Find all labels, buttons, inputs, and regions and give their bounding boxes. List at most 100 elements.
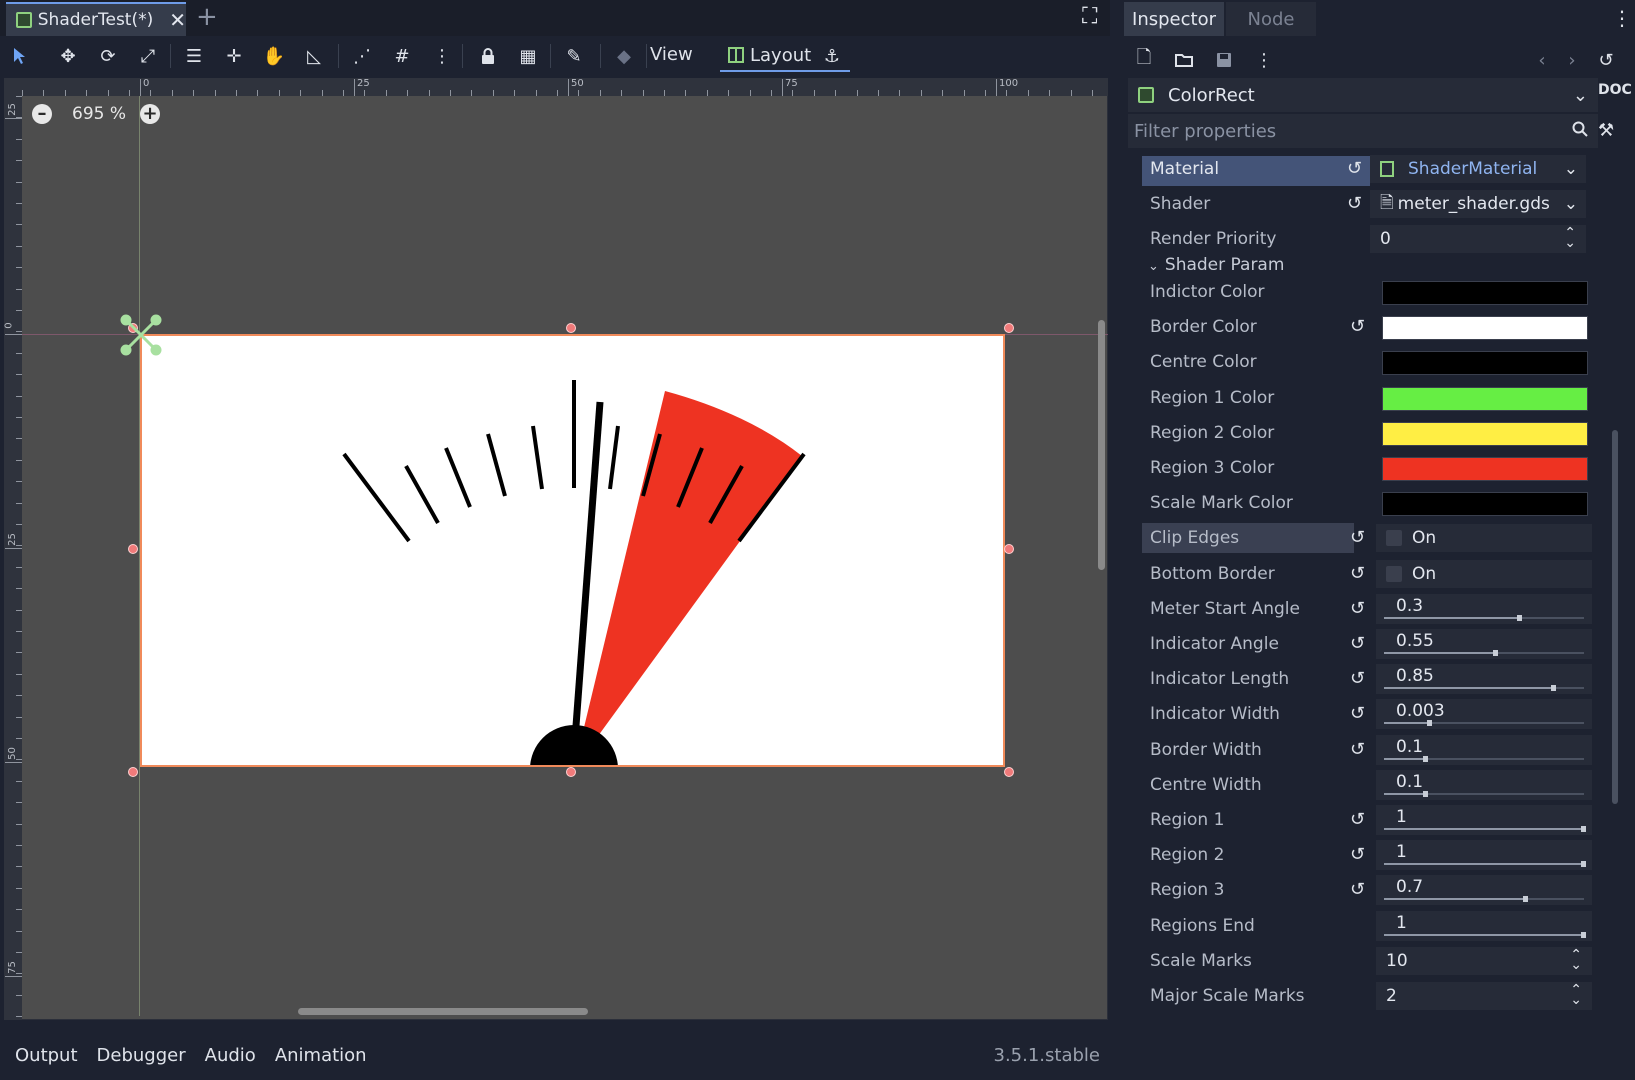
property-checkbox[interactable]: Clip Edges ↺ On [1142, 521, 1604, 555]
zoom-level[interactable]: 695 % [72, 104, 126, 124]
property-color[interactable]: Region 3 Color [1142, 451, 1604, 485]
property-slider[interactable]: Region 1 ↺ 1 [1142, 803, 1604, 837]
slider-track[interactable] [1384, 826, 1586, 832]
render-priority-value[interactable]: 0 ⌃ ⌄ [1370, 225, 1586, 253]
property-render-priority[interactable]: Render Priority 0 ⌃ ⌄ [1142, 222, 1604, 256]
property-color[interactable]: Region 2 Color [1142, 416, 1604, 450]
revert-icon[interactable]: ↺ [1350, 527, 1365, 548]
lock-icon[interactable] [474, 42, 502, 70]
revert-icon[interactable]: ↺ [1347, 193, 1362, 214]
rotate-mode-icon[interactable]: ⟳ [94, 42, 122, 70]
slider-knob[interactable] [1551, 685, 1556, 692]
slider-track[interactable] [1384, 614, 1584, 621]
property-slider[interactable]: Meter Start Angle ↺ 0.3 [1142, 592, 1604, 626]
checkbox-value[interactable]: On [1376, 559, 1592, 588]
scale-mode-icon[interactable]: ⤢ [134, 42, 162, 70]
snap-options-icon[interactable]: ⋮ [428, 42, 456, 70]
slider-field[interactable]: 1 [1376, 805, 1592, 835]
color-swatch[interactable] [1382, 492, 1588, 517]
slider-knob[interactable] [1423, 755, 1428, 762]
spin-arrows-icon[interactable]: ⌃ ⌄ [1564, 226, 1576, 250]
property-slider[interactable]: Border Width ↺ 0.1 [1142, 733, 1604, 767]
revert-icon[interactable]: ↺ [1350, 879, 1365, 900]
anchor-icon[interactable]: ⚓ [818, 42, 846, 70]
slider-field[interactable]: 0.7 [1376, 875, 1592, 906]
slider-track[interactable] [1384, 861, 1586, 868]
checkbox[interactable] [1386, 565, 1402, 582]
property-tools-icon[interactable]: ⚒ [1598, 120, 1614, 141]
revert-icon[interactable]: ↺ [1350, 668, 1365, 689]
slider-knob[interactable] [1517, 614, 1522, 621]
revert-icon[interactable]: ↺ [1350, 739, 1365, 760]
revert-icon[interactable]: ↺ [1350, 703, 1365, 724]
slider-field[interactable]: 0.003 [1376, 699, 1592, 730]
property-spin[interactable]: Scale Marks 10 ⌃ ⌄ [1142, 944, 1604, 978]
scene-tab[interactable]: ShaderTest(*) ✕ [6, 2, 186, 36]
tab-inspector[interactable]: Inspector [1124, 2, 1224, 36]
add-tab-button[interactable]: + [196, 2, 218, 32]
property-shader[interactable]: Shader ↺ 🗎 meter_shader.gds ⌄ [1142, 187, 1604, 221]
debugger-tab[interactable]: Debugger [97, 1045, 186, 1066]
audio-tab[interactable]: Audio [205, 1045, 256, 1066]
tab-node[interactable]: Node [1226, 2, 1316, 36]
pan-mode-icon[interactable]: ✋ [260, 42, 288, 70]
shader-value[interactable]: 🗎 meter_shader.gds ⌄ [1370, 190, 1586, 218]
slider-field[interactable]: 0.3 [1376, 593, 1592, 624]
bones-icon[interactable]: ✎ [560, 42, 588, 70]
spin-arrows-icon[interactable]: ⌃ ⌄ [1570, 948, 1582, 972]
slider-track[interactable] [1384, 755, 1584, 762]
slider-knob[interactable] [1493, 650, 1498, 656]
property-color[interactable]: Scale Mark Color [1142, 486, 1604, 520]
history-back-icon[interactable]: ‹ [1528, 46, 1556, 74]
history-forward-icon[interactable]: › [1558, 46, 1586, 74]
resize-handle[interactable] [566, 323, 576, 333]
output-tab[interactable]: Output [15, 1045, 78, 1066]
zoom-out-button[interactable]: – [32, 104, 52, 124]
color-swatch[interactable] [1382, 421, 1588, 446]
revert-icon[interactable]: ↺ [1350, 633, 1365, 654]
slider-field[interactable]: 0.1 [1376, 734, 1592, 765]
slider-knob[interactable] [1581, 931, 1586, 938]
color-swatch[interactable] [1382, 457, 1588, 481]
resize-handle[interactable] [1004, 323, 1014, 333]
property-slider[interactable]: Region 3 ↺ 0.7 [1142, 873, 1604, 907]
anchor-pivot-icon[interactable] [120, 314, 162, 356]
property-slider[interactable]: Centre Width 0.1 [1142, 768, 1604, 802]
horizontal-scrollbar[interactable] [298, 1008, 588, 1015]
save-icon[interactable] [1210, 46, 1238, 74]
property-color[interactable]: Indictor Color [1142, 275, 1604, 309]
grid-snap-icon[interactable]: # [388, 42, 416, 70]
slider-knob[interactable] [1523, 896, 1528, 903]
ruler-mode-icon[interactable]: ◺ [300, 42, 328, 70]
slider-field[interactable]: 0.85 [1376, 664, 1592, 695]
spin-value[interactable]: 2 ⌃ ⌄ [1376, 982, 1592, 1010]
spin-value[interactable]: 10 ⌃ ⌄ [1376, 946, 1592, 975]
group-icon[interactable]: ▦ [514, 42, 542, 70]
vertical-scrollbar[interactable] [1098, 320, 1105, 570]
property-spin[interactable]: Major Scale Marks 2 ⌃ ⌄ [1142, 979, 1604, 1013]
slider-field[interactable]: 0.55 [1376, 629, 1592, 659]
slider-field[interactable]: 0.1 [1376, 769, 1592, 800]
list-select-icon[interactable]: ☰ [180, 42, 208, 70]
slider-track[interactable] [1384, 650, 1584, 656]
resize-handle[interactable] [566, 767, 576, 777]
fullscreen-icon[interactable]: ⛶ [1082, 4, 1097, 29]
view-menu[interactable]: View [650, 44, 693, 65]
spin-arrows-icon[interactable]: ⌃ ⌄ [1570, 983, 1582, 1007]
move-mode-icon[interactable]: ✥ [54, 42, 82, 70]
node-selector[interactable]: ColorRect ⌄ [1128, 78, 1598, 112]
slider-knob[interactable] [1423, 790, 1428, 797]
camera-override-icon[interactable]: ◆ [610, 42, 638, 70]
animation-tab[interactable]: Animation [275, 1045, 367, 1066]
revert-icon[interactable]: ↺ [1350, 809, 1365, 830]
slider-track[interactable] [1384, 896, 1584, 903]
slider-track[interactable] [1384, 685, 1584, 692]
zoom-in-button[interactable]: + [140, 104, 160, 124]
property-slider[interactable]: Regions End 1 [1142, 909, 1604, 943]
revert-icon[interactable]: ↺ [1350, 316, 1365, 337]
color-swatch[interactable] [1382, 351, 1588, 376]
slider-field[interactable]: 1 [1376, 840, 1592, 871]
checkbox-value[interactable]: On [1376, 524, 1592, 553]
resize-handle[interactable] [128, 544, 138, 554]
resize-handle[interactable] [1004, 544, 1014, 554]
